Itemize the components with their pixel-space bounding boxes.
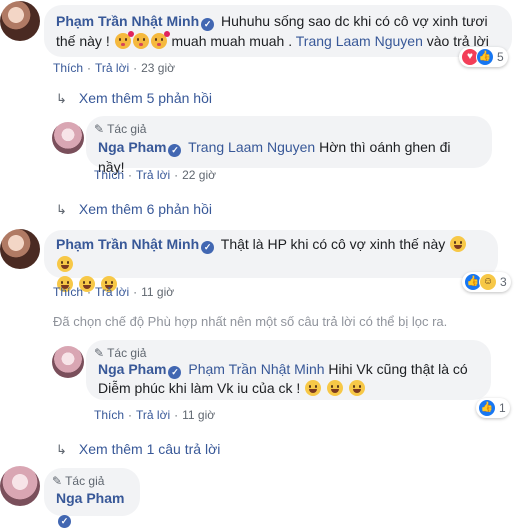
verified-badge-icon: ✓ [201, 241, 215, 254]
verified-badge-icon: ✓ [168, 366, 182, 379]
reply-text: Diễm phúc khi làm Vk iu của ck ! [98, 380, 301, 396]
reply-link[interactable]: Trả lời [95, 285, 129, 299]
reply-author-name[interactable]: Nga Pham [98, 361, 166, 377]
reply-actions: Thích · Trả lời · 22 giờ [94, 168, 216, 182]
avatar[interactable] [0, 1, 40, 41]
comment-text: Huhuhu sống sao dc khi có cô vợ xinh tươ… [221, 13, 488, 29]
reaction-summary[interactable]: ♥ 👍 5 [459, 47, 508, 67]
pen-icon: ✎ [52, 474, 63, 488]
verified-badge-icon: ✓ [201, 18, 215, 31]
reply-bubble: ✎ Tác giả Nga Pham ✓ Trang Laam Nguyen Hờn… [86, 116, 492, 175]
avatar[interactable] [52, 122, 84, 154]
reaction-count: 3 [500, 275, 507, 289]
comment-author-name[interactable]: Phạm Trần Nhật Minh [56, 13, 199, 29]
pen-icon: ✎ [94, 122, 105, 136]
reply-link[interactable]: Trả lời [95, 61, 129, 75]
reply-link[interactable]: Trả lời [136, 408, 170, 422]
tongue-emoji-icon [57, 256, 73, 272]
timestamp[interactable]: 23 giờ [141, 61, 175, 75]
verified-badge-icon: ✓ [58, 515, 71, 528]
like-reaction-icon: 👍 [478, 399, 496, 417]
timestamp[interactable]: 11 giờ [182, 408, 215, 422]
smile-emoji-icon [305, 380, 322, 396]
author-tag: ✎ Tác giả [94, 343, 146, 363]
comment-author-name[interactable]: Phạm Trần Nhật Minh [56, 236, 199, 252]
kiss-emoji-icon [132, 33, 149, 49]
reply-arrow-icon: ↳ [56, 202, 67, 217]
comment-bubble: ✎ Tác giả Nga Pham ✓ [44, 468, 140, 528]
mention-link[interactable]: Phạm Trần Nhật Minh [188, 361, 324, 377]
reaction-count: 1 [499, 401, 506, 415]
reaction-summary[interactable]: 👍 ☺ 3 [462, 272, 511, 292]
view-more-label: Xem thêm 5 phản hồi [78, 90, 212, 106]
view-more-label: Xem thêm 6 phản hồi [78, 201, 212, 217]
view-more-replies[interactable]: ↳ Xem thêm 1 câu trả lời [56, 441, 220, 458]
reply-text: Hihi Vk cũng thật là có [328, 361, 468, 377]
kiss-emoji-icon [150, 31, 170, 49]
avatar[interactable] [52, 346, 84, 378]
like-link[interactable]: Thích [53, 61, 83, 75]
smile-emoji-icon [327, 380, 344, 396]
like-link[interactable]: Thích [94, 408, 124, 422]
haha-reaction-icon: ☺ [479, 273, 497, 291]
verified-badge-icon: ✓ [168, 144, 182, 157]
view-more-replies[interactable]: ↳ Xem thêm 6 phản hồi [56, 201, 212, 218]
tongue-emoji-icon [450, 236, 467, 252]
reply-arrow-icon: ↳ [56, 442, 67, 457]
pen-icon: ✎ [94, 346, 105, 360]
reply-link[interactable]: Trả lời [136, 168, 170, 182]
like-reaction-icon: 👍 [476, 48, 494, 66]
like-link[interactable]: Thích [53, 285, 83, 299]
author-tag: ✎ Tác giả [52, 471, 104, 491]
comment-bubble: Phạm Trần Nhật Minh ✓ Thật là HP khi có c… [44, 230, 498, 292]
author-tag-label: Tác giả [107, 346, 147, 360]
avatar[interactable] [0, 229, 40, 269]
reaction-summary[interactable]: 👍 1 [476, 398, 510, 418]
reply-author-name[interactable]: Nga Pham [98, 139, 166, 155]
view-more-label: Xem thêm 1 câu trả lời [78, 441, 221, 457]
view-more-replies[interactable]: ↳ Xem thêm 5 phản hồi [56, 90, 212, 107]
smile-emoji-icon [348, 380, 365, 396]
comment-actions: Thích · Trả lời · 23 giờ [53, 61, 175, 75]
timestamp[interactable]: 22 giờ [182, 168, 216, 182]
avatar[interactable] [0, 466, 40, 506]
comment-actions: Thích · Trả lời · 11 giờ [53, 285, 175, 299]
reply-actions: Thích · Trả lời · 11 giờ [94, 408, 216, 422]
author-tag: ✎ Tác giả [94, 119, 146, 139]
comment-text: Thật là HP khi có cô vợ xinh thế này [220, 236, 446, 252]
kiss-emoji-icon [114, 31, 134, 49]
filter-notice: Đã chọn chế độ Phù hợp nhất nên một số c… [53, 314, 448, 329]
comment-author-name[interactable]: Nga Pham [56, 490, 124, 506]
reply-arrow-icon: ↳ [56, 91, 67, 106]
like-link[interactable]: Thích [94, 168, 124, 182]
mention-link[interactable]: Trang Laam Nguyen [188, 139, 315, 155]
comment-text: thế này ! [56, 33, 110, 49]
mention-link[interactable]: Trang Laam Nguyen [296, 33, 423, 49]
reply-bubble: ✎ Tác giả Nga Pham ✓ Phạm Trần Nhật Minh H… [86, 340, 491, 400]
timestamp[interactable]: 11 giờ [141, 285, 174, 299]
comment-bubble: Phạm Trần Nhật Minh ✓ Huhuhu sống sao dc … [44, 5, 512, 57]
author-tag-label: Tác giả [65, 474, 105, 488]
reaction-count: 5 [497, 50, 504, 64]
comment-text: muah muah muah . [171, 33, 293, 49]
author-tag-label: Tác giả [107, 122, 147, 136]
